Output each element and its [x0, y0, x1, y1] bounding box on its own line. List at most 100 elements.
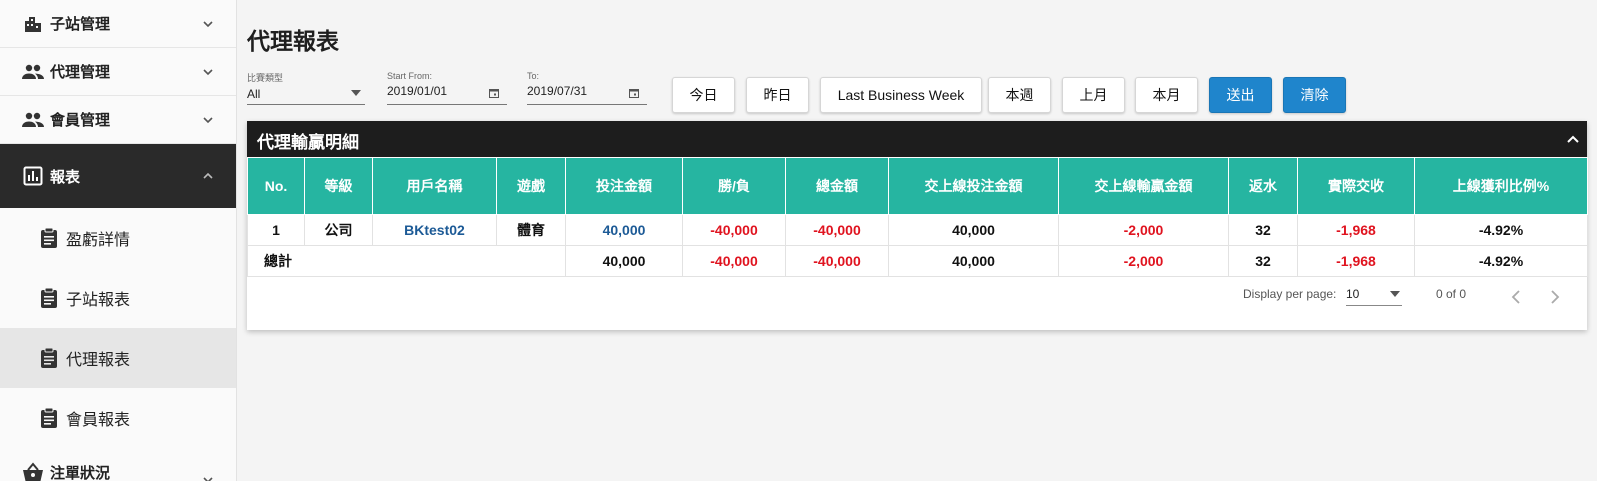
start-date-label: Start From: [387, 71, 433, 81]
sidebar-item-bet-status[interactable]: 注單狀況 [0, 450, 236, 481]
calendar-icon[interactable] [629, 88, 639, 98]
report-panel: 代理輸贏明細 No. 等級 用戶名稱 遊戲 投注金額 勝/負 總金額 交上線投注… [247, 121, 1588, 330]
per-page-select[interactable]: 10 [1346, 285, 1402, 306]
sidebar-item-label: 子站管理 [50, 16, 111, 33]
clipboard-icon [38, 347, 60, 369]
cell-total: -40,000 [785, 214, 889, 246]
chart-icon [22, 165, 44, 187]
last-month-button[interactable]: 上月 [1062, 77, 1125, 113]
cell-upline-win-loss: -2,000 [1058, 214, 1229, 246]
column-header: 遊戲 [496, 157, 566, 215]
chevron-down-icon [203, 116, 213, 123]
clipboard-icon [38, 407, 60, 429]
column-header: 返水 [1228, 157, 1298, 215]
sidebar-subitem-profit-loss-details[interactable]: 盈虧詳情 [0, 208, 236, 268]
basket-icon [22, 461, 44, 481]
per-page-value: 10 [1346, 287, 1360, 301]
cell-level: 公司 [304, 214, 373, 246]
total-total: -40,000 [785, 245, 889, 277]
end-date-underline [527, 104, 647, 105]
cell-game: 體育 [496, 214, 566, 246]
column-header: 上線獲利比例% [1414, 157, 1588, 215]
column-header: 總金額 [785, 157, 889, 215]
sidebar: 子站管理 代理管理 會員管理 報表 盈虧詳情 子站報表 代理報表 會員報表 注單… [0, 0, 237, 481]
column-header: 用戶名稱 [372, 157, 497, 215]
column-header: 交上線投注金額 [888, 157, 1059, 215]
cell-win-loss: -40,000 [682, 214, 786, 246]
this-month-button[interactable]: 本月 [1135, 77, 1198, 113]
column-header: 交上線輸贏金額 [1058, 157, 1229, 215]
today-button[interactable]: 今日 [672, 77, 735, 113]
cell-profit-ratio: -4.92% [1414, 214, 1588, 246]
sidebar-subitem-label: 會員報表 [66, 412, 131, 429]
chevron-down-icon [203, 68, 213, 75]
sidebar-item-agent-management[interactable]: 代理管理 [0, 48, 236, 96]
total-settlement: -1,968 [1297, 245, 1415, 277]
table-total-row: 總計 40,000 -40,000 -40,000 40,000 -2,000 … [247, 245, 1588, 277]
last-business-week-button[interactable]: Last Business Week [820, 77, 982, 113]
panel-header: 代理輸贏明細 [247, 121, 1587, 157]
sidebar-item-label: 代理管理 [50, 64, 111, 81]
sidebar-subitem-label: 子站報表 [66, 292, 131, 309]
page-range: 0 of 0 [1436, 287, 1467, 301]
end-date-field[interactable]: To: 2019/07/31 [527, 71, 647, 105]
cell-upline-bet: 40,000 [888, 214, 1059, 246]
sidebar-subitem-substation-report[interactable]: 子站報表 [0, 268, 236, 328]
sidebar-item-member-management[interactable]: 會員管理 [0, 96, 236, 144]
total-win-loss: -40,000 [682, 245, 786, 277]
sidebar-item-reports[interactable]: 報表 [0, 144, 236, 208]
cell-bet-amount-link[interactable]: 40,000 [565, 214, 683, 246]
game-type-select[interactable]: 比賽類型 All [247, 71, 365, 105]
sidebar-subitem-label: 代理報表 [66, 352, 131, 369]
panel-title: 代理輸贏明細 [257, 133, 359, 152]
total-label: 總計 [247, 245, 566, 277]
cell-settlement: -1,968 [1297, 214, 1415, 246]
column-header: 實際交收 [1297, 157, 1415, 215]
per-page-label: Display per page: [1243, 287, 1337, 301]
sidebar-subitem-agent-report[interactable]: 代理報表 [0, 328, 236, 388]
report-table: No. 等級 用戶名稱 遊戲 投注金額 勝/負 總金額 交上線投注金額 交上線輸… [247, 157, 1588, 277]
sidebar-item-label: 注單狀況 [50, 464, 111, 481]
sidebar-item-label: 會員管理 [50, 112, 111, 129]
cell-username-link[interactable]: BKtest02 [372, 214, 497, 246]
end-date-label: To: [527, 71, 540, 81]
game-type-value: All [247, 87, 261, 101]
page-title: 代理報表 [247, 28, 339, 54]
sidebar-subitem-label: 盈虧詳情 [66, 232, 131, 249]
calendar-icon[interactable] [489, 88, 499, 98]
start-date-underline [387, 104, 507, 105]
chevron-right-icon[interactable] [1549, 289, 1561, 305]
yesterday-button[interactable]: 昨日 [746, 77, 809, 113]
cell-no: 1 [247, 214, 305, 246]
clear-button[interactable]: 清除 [1283, 77, 1346, 113]
chevron-down-icon [203, 20, 213, 27]
column-header: No. [247, 157, 305, 215]
people-icon [22, 61, 44, 83]
chevron-down-icon [203, 477, 213, 481]
column-header: 勝/負 [682, 157, 786, 215]
game-type-label: 比賽類型 [247, 73, 284, 83]
dropdown-arrow-icon [351, 90, 361, 96]
total-rebate: 32 [1228, 245, 1298, 277]
submit-button[interactable]: 送出 [1209, 77, 1272, 113]
dropdown-arrow-icon [1390, 291, 1400, 297]
total-profit-ratio: -4.92% [1414, 245, 1588, 277]
total-bet: 40,000 [565, 245, 683, 277]
column-header: 等級 [304, 157, 373, 215]
clipboard-icon [38, 287, 60, 309]
clipboard-icon [38, 227, 60, 249]
table-row: 1 公司 BKtest02 體育 40,000 -40,000 -40,000 … [247, 214, 1588, 246]
sidebar-subitem-member-report[interactable]: 會員報表 [0, 388, 236, 448]
this-week-button[interactable]: 本週 [988, 77, 1051, 113]
sidebar-item-label: 報表 [50, 168, 81, 186]
chevron-up-icon[interactable] [1565, 131, 1581, 147]
chevron-left-icon[interactable] [1510, 289, 1522, 305]
sidebar-item-substation[interactable]: 子站管理 [0, 0, 236, 48]
total-upline-bet: 40,000 [888, 245, 1059, 277]
cell-rebate: 32 [1228, 214, 1298, 246]
column-header: 投注金額 [565, 157, 683, 215]
people-icon [22, 109, 44, 131]
total-upline-win-loss: -2,000 [1058, 245, 1229, 277]
start-date-field[interactable]: Start From: 2019/01/01 [387, 71, 507, 105]
game-type-underline [247, 104, 365, 105]
